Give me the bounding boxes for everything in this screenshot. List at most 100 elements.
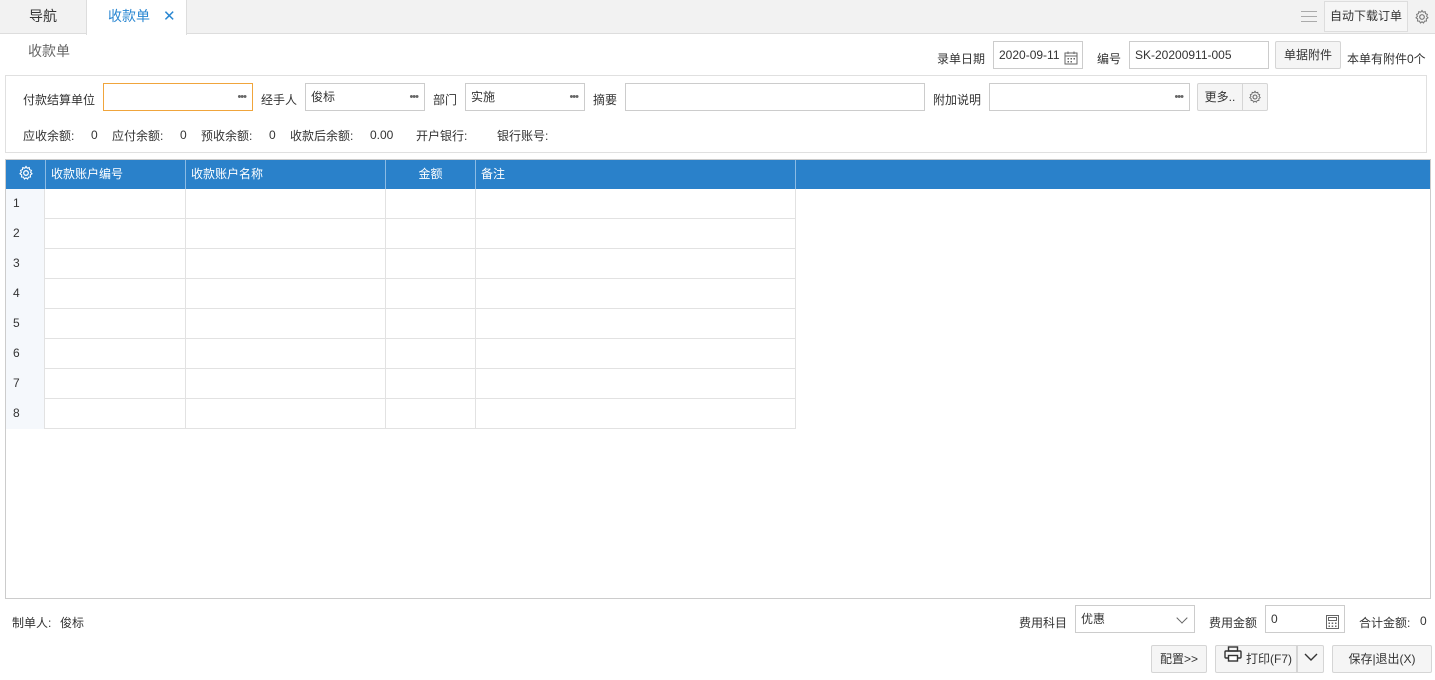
date-field[interactable]: 2020-09-11 (993, 41, 1083, 69)
table-cell[interactable] (476, 279, 796, 309)
table-cell[interactable] (186, 369, 386, 399)
table-cell[interactable] (46, 369, 186, 399)
table-row[interactable]: 6 (6, 339, 796, 369)
table-cell[interactable] (186, 339, 386, 369)
print-button[interactable]: 打印(F7) (1215, 645, 1297, 673)
column-header[interactable]: 备注 (476, 160, 796, 189)
table-cell[interactable] (386, 399, 476, 429)
fee-subject-select[interactable]: 优惠 (1075, 605, 1195, 633)
table-cell[interactable] (386, 339, 476, 369)
table-cell[interactable] (476, 369, 796, 399)
payable-label: 应付余额: (112, 129, 164, 143)
table-cell[interactable] (46, 279, 186, 309)
table-cell[interactable] (476, 249, 796, 279)
number-field[interactable]: SK-20200911-005 (1129, 41, 1269, 69)
fee-amount-value: 0 (1271, 612, 1278, 626)
note-field[interactable]: ••• (989, 83, 1190, 111)
column-header[interactable]: 收款账户编号 (46, 160, 186, 189)
table-cell[interactable] (476, 189, 796, 219)
more-dots-icon[interactable]: ••• (237, 84, 247, 110)
fee-amount-field[interactable]: 0 (1265, 605, 1345, 633)
form-gear-icon[interactable] (1242, 83, 1268, 111)
table-cell[interactable] (46, 249, 186, 279)
table-cell[interactable] (46, 189, 186, 219)
table-cell[interactable] (186, 189, 386, 219)
chevron-down-icon (1176, 612, 1188, 624)
attachment-button[interactable]: 单据附件 (1275, 41, 1341, 69)
table-cell[interactable] (386, 279, 476, 309)
more-button[interactable]: 更多.. (1197, 83, 1243, 111)
payer-field[interactable]: ••• (103, 83, 253, 111)
calculator-icon[interactable] (1326, 612, 1339, 632)
fee-amount-label: 费用金额 (1209, 616, 1258, 630)
handler-field[interactable]: 俊标 ••• (305, 83, 425, 111)
table-cell[interactable] (186, 279, 386, 309)
chevron-down-icon (1304, 645, 1318, 671)
table-cell[interactable] (186, 219, 386, 249)
table-row[interactable]: 7 (6, 369, 796, 399)
table-row[interactable]: 1 (6, 189, 796, 219)
row-number: 3 (6, 249, 45, 279)
more-dots-icon[interactable]: ••• (1174, 84, 1184, 110)
save-exit-button[interactable]: 保存|退出(X) (1332, 645, 1432, 673)
print-dropdown-button[interactable] (1297, 645, 1324, 673)
tab-navigation[interactable]: 导航 (0, 0, 86, 34)
table-cell[interactable] (386, 219, 476, 249)
grid-header: 收款账户编号 收款账户名称 金额 备注 (6, 160, 1430, 189)
bank-account-label: 银行账号: (497, 129, 549, 143)
table-cell[interactable] (46, 219, 186, 249)
gear-icon[interactable] (1409, 0, 1435, 34)
tab-bar: 导航 收款单 ✕ 自动下载订单 (0, 0, 1435, 35)
table-cell[interactable] (386, 189, 476, 219)
prepaid-label: 预收余额: (201, 129, 253, 143)
table-row[interactable]: 8 (6, 399, 796, 429)
total-value: 0 (1420, 614, 1427, 628)
after-balance-value: 0.00 (370, 128, 394, 142)
auto-download-orders-button[interactable]: 自动下载订单 (1324, 1, 1408, 32)
number-label: 编号 (1097, 52, 1122, 66)
table-cell[interactable] (386, 309, 476, 339)
config-button[interactable]: 配置>> (1151, 645, 1207, 673)
row-number: 2 (6, 219, 45, 249)
date-value: 2020-09-11 (999, 48, 1060, 62)
receivable-value: 0 (91, 128, 98, 142)
fee-subject-label: 费用科目 (1019, 616, 1068, 630)
maker-value: 俊标 (60, 616, 85, 630)
more-dots-icon[interactable]: ••• (569, 84, 579, 110)
table-cell[interactable] (186, 399, 386, 429)
table-cell[interactable] (386, 249, 476, 279)
table-cell[interactable] (476, 309, 796, 339)
table-cell[interactable] (186, 249, 386, 279)
table-cell[interactable] (186, 309, 386, 339)
table-row[interactable]: 2 (6, 219, 796, 249)
attachment-count: 本单有附件0个 (1347, 52, 1426, 66)
dept-value: 实施 (471, 90, 496, 104)
column-header[interactable]: 收款账户名称 (186, 160, 386, 189)
list-icon[interactable] (1295, 0, 1323, 34)
table-row[interactable]: 5 (6, 309, 796, 339)
grid-gear-icon[interactable] (6, 160, 46, 189)
prepaid-value: 0 (269, 128, 276, 142)
table-cell[interactable] (476, 339, 796, 369)
receivable-label: 应收余额: (23, 129, 75, 143)
table-cell[interactable] (46, 309, 186, 339)
row-number: 5 (6, 309, 45, 339)
handler-label: 经手人 (261, 93, 298, 107)
table-row[interactable]: 4 (6, 279, 796, 309)
fee-subject-value: 优惠 (1081, 612, 1106, 626)
table-cell[interactable] (476, 399, 796, 429)
tab-receipt[interactable]: 收款单 ✕ (86, 0, 187, 35)
table-cell[interactable] (476, 219, 796, 249)
table-row[interactable]: 3 (6, 249, 796, 279)
row-number: 6 (6, 339, 45, 369)
more-dots-icon[interactable]: ••• (409, 84, 419, 110)
table-cell[interactable] (386, 369, 476, 399)
calendar-icon[interactable] (1064, 48, 1078, 68)
table-cell[interactable] (46, 399, 186, 429)
close-icon[interactable]: ✕ (163, 0, 176, 33)
summary-field[interactable] (625, 83, 925, 111)
column-header[interactable]: 金额 (386, 160, 476, 189)
account-grid: 收款账户编号 收款账户名称 金额 备注 12345678 (5, 159, 1431, 599)
table-cell[interactable] (46, 339, 186, 369)
dept-field[interactable]: 实施 ••• (465, 83, 585, 111)
